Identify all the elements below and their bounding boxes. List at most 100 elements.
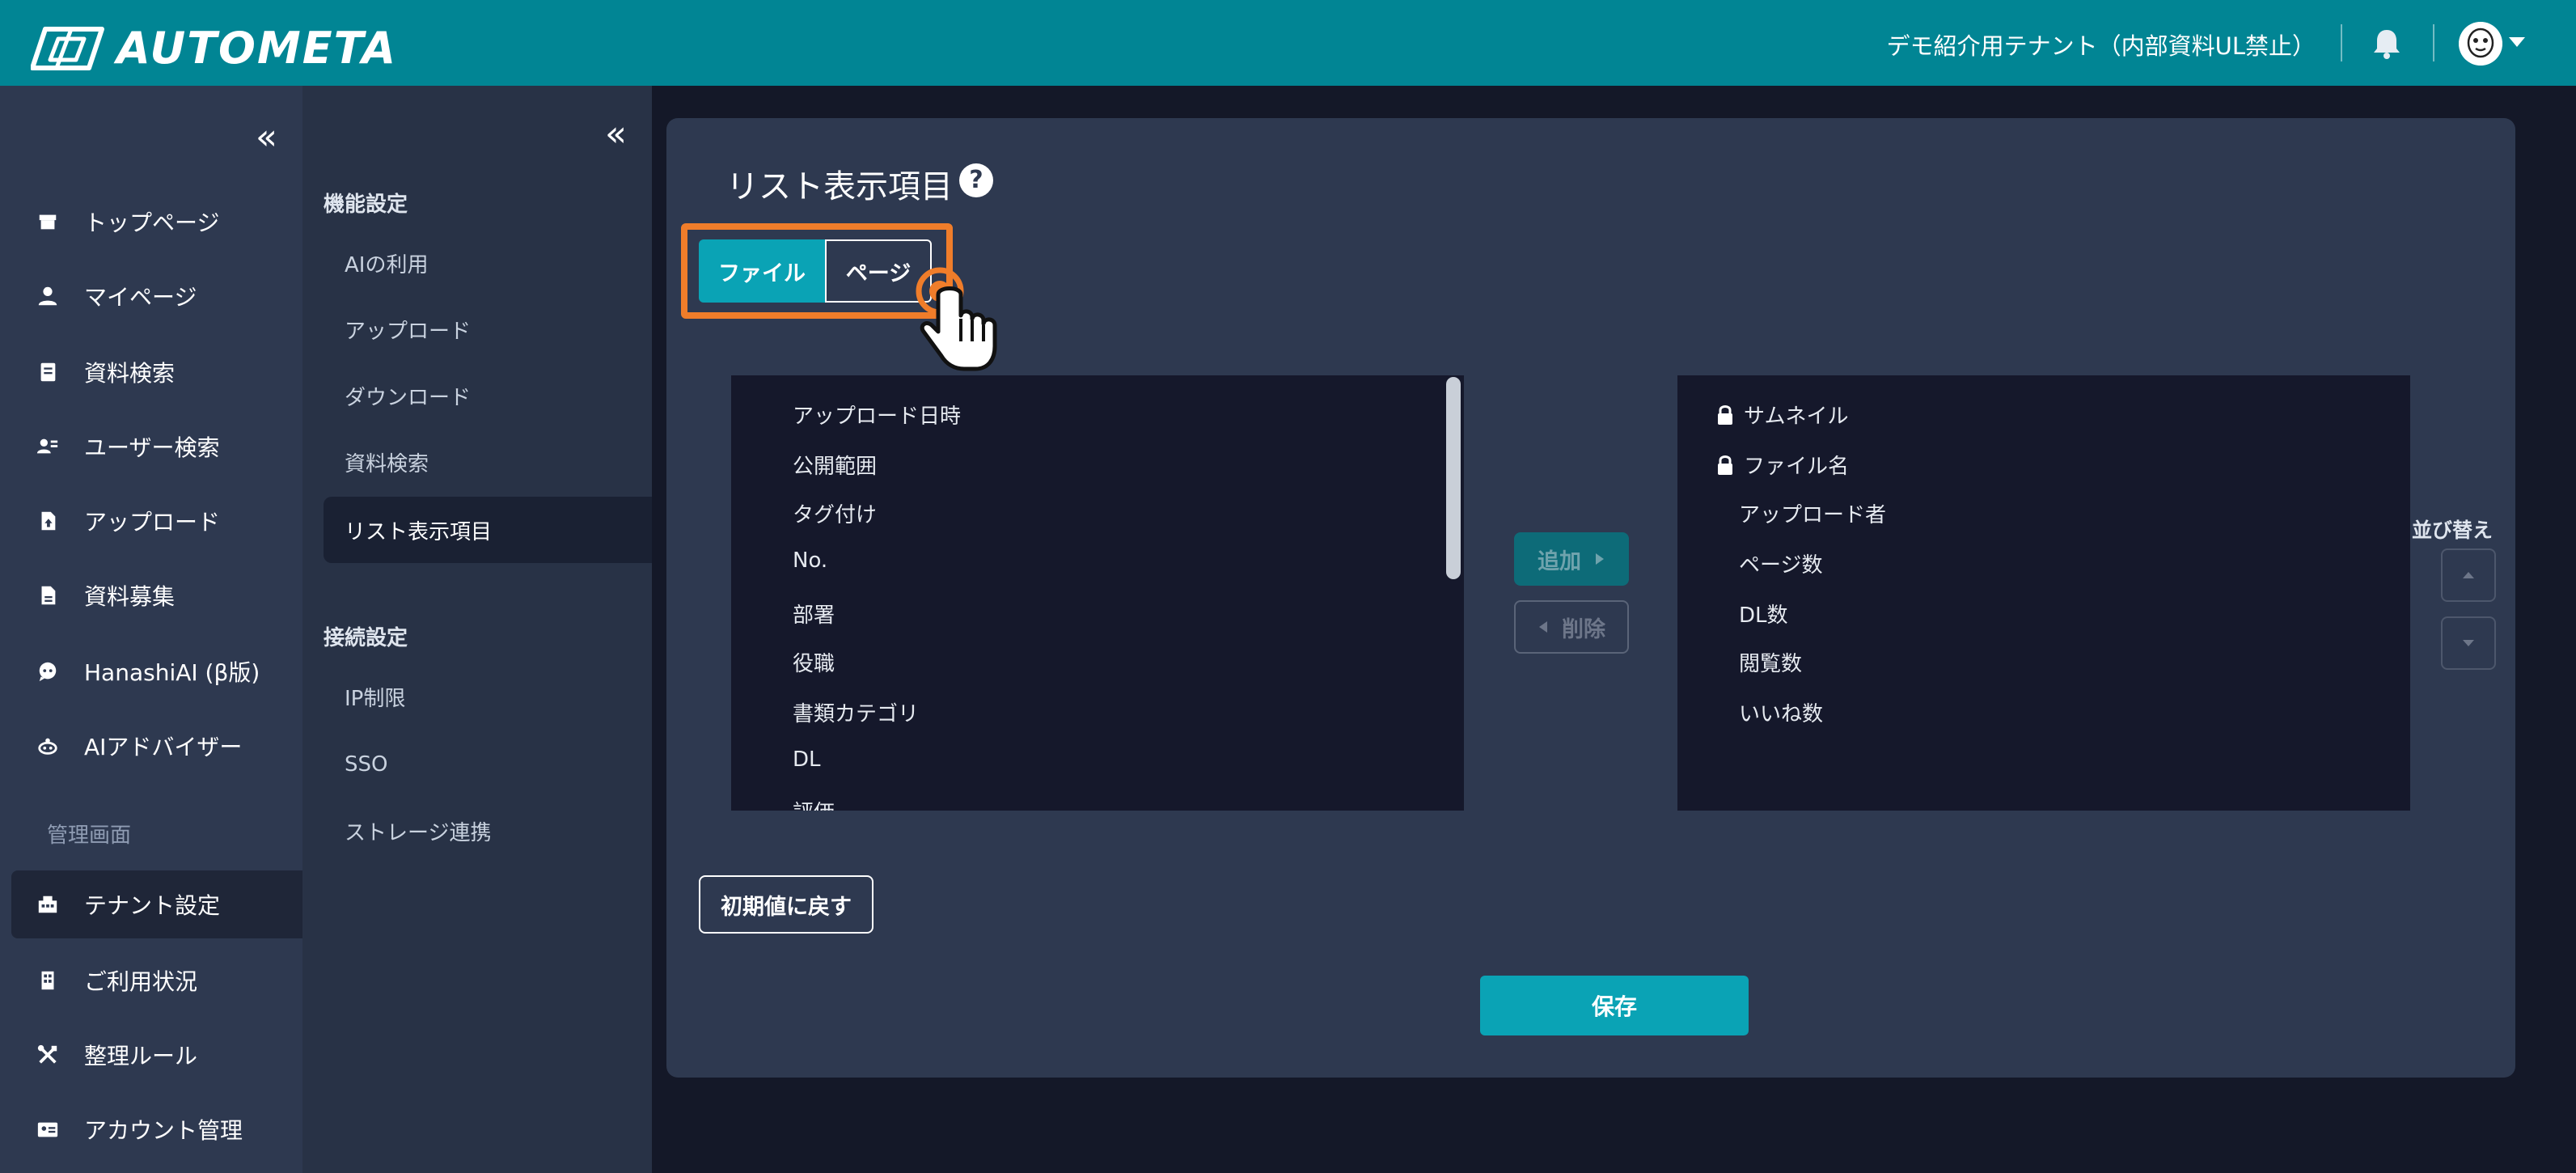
list-item[interactable]: いいね数	[1739, 697, 1823, 727]
file-icon	[36, 583, 60, 608]
list-item[interactable]: サムネイル	[1716, 400, 1848, 430]
sidebar-item-usage[interactable]: ご利用状況	[11, 946, 302, 1014]
list-scrollbar[interactable]	[1446, 377, 1461, 579]
sidebar-item-label: HanashiAI (β版)	[84, 659, 260, 686]
selected-items-list[interactable]: サムネイル ファイル名 アップロード者 ページ数 DL数 閲覧数 いいね数	[1677, 375, 2410, 811]
sidebar-item-label: ユーザー検索	[84, 434, 220, 461]
remove-button[interactable]: 削除	[1514, 600, 1629, 654]
subnav-item-label: IP制限	[345, 686, 406, 711]
remove-button-label: 削除	[1562, 616, 1605, 642]
caret-left-icon	[1539, 621, 1547, 633]
subnav-collapse-button[interactable]: «	[605, 116, 627, 152]
subnav-item-label: リスト表示項目	[345, 519, 493, 544]
subnav-item-label: SSO	[345, 752, 388, 777]
save-button[interactable]: 保存	[1480, 976, 1749, 1035]
header-divider	[2433, 24, 2434, 61]
subnav-item-sso[interactable]: SSO	[324, 731, 652, 798]
subnav-item-storage-integration[interactable]: ストレージ連携	[324, 798, 652, 864]
sidebar-item-label: トップページ	[84, 210, 220, 236]
move-up-button[interactable]	[2441, 548, 2496, 602]
connection-settings-heading: 接続設定	[324, 626, 408, 650]
function-settings-heading: 機能設定	[324, 193, 408, 217]
subnav-item-download[interactable]: ダウンロード	[324, 362, 652, 429]
subnav-item-ai-usage[interactable]: AIの利用	[324, 230, 652, 296]
list-item[interactable]: タグ付け	[793, 498, 877, 528]
sidebar-item-label: テナント設定	[84, 892, 221, 919]
sidebar-item-label: 資料検索	[84, 360, 176, 387]
list-item[interactable]: No.	[793, 548, 827, 573]
tenant-name[interactable]: デモ紹介用テナント（内部資料UL禁止）	[1887, 28, 2316, 61]
sidebar-item-document-request[interactable]: 資料募集	[11, 561, 302, 629]
sidebar-item-label: ご利用状況	[84, 968, 198, 995]
sidebar-item-my-page[interactable]: マイページ	[11, 262, 302, 330]
chat-ai-icon	[36, 659, 60, 684]
list-item[interactable]: DL数	[1739, 599, 1788, 629]
tools-icon	[36, 1043, 60, 1067]
header-divider	[2341, 24, 2342, 61]
subnav-item-document-search[interactable]: 資料検索	[324, 429, 652, 495]
user-icon	[36, 284, 60, 308]
list-item-label: サムネイル	[1744, 404, 1849, 429]
sidebar-collapse-button[interactable]: «	[256, 120, 277, 155]
sidebar-item-label: アカウント管理	[84, 1117, 243, 1144]
subnav-item-ip-restriction[interactable]: IP制限	[324, 663, 652, 730]
help-icon[interactable]: ?	[959, 163, 993, 197]
tab-file[interactable]: ファイル	[699, 239, 825, 303]
sidebar-item-label: 資料募集	[84, 583, 176, 610]
list-item[interactable]: アップロード日時	[793, 400, 961, 430]
sidebar-item-ai-advisor[interactable]: AIアドバイザー	[11, 712, 302, 780]
caret-right-icon	[1596, 553, 1604, 565]
list-item[interactable]: DL	[793, 747, 821, 772]
list-item[interactable]: ページ数	[1739, 548, 1822, 578]
list-item[interactable]: 書類カテゴリ	[793, 697, 919, 727]
list-item[interactable]: 部署	[793, 599, 835, 629]
subnav-item-label: ダウンロード	[345, 385, 472, 410]
subnav-item-upload[interactable]: アップロード	[324, 296, 652, 362]
list-item[interactable]: アップロード者	[1739, 498, 1886, 528]
list-item[interactable]: 閲覧数	[1739, 647, 1802, 677]
lock-icon	[1718, 455, 1732, 475]
sidebar-item-hanashiai[interactable]: HanashiAI (β版)	[11, 637, 302, 705]
sidebar-item-label: アップロード	[84, 509, 221, 536]
sidebar-item-top-page[interactable]: トップページ	[11, 188, 302, 256]
sidebar-item-tenant-settings[interactable]: テナント設定	[11, 870, 302, 938]
list-item[interactable]: 評価	[793, 796, 835, 811]
list-item[interactable]: 役職	[793, 647, 835, 677]
sidebar-item-user-search[interactable]: ユーザー検索	[11, 413, 302, 481]
id-card-icon	[36, 1117, 60, 1141]
sidebar-item-organize-rules[interactable]: 整理ルール	[11, 1021, 302, 1089]
available-items-list[interactable]: アップロード日時 公開範囲 タグ付け No. 部署 役職 書類カテゴリ DL 評…	[731, 375, 1464, 811]
app-name: AUTOMETA	[116, 23, 398, 74]
hand-pointer-icon	[916, 267, 997, 371]
avatar[interactable]	[2459, 22, 2502, 66]
caret-down-icon	[2463, 640, 2474, 646]
add-button[interactable]: 追加	[1514, 532, 1629, 586]
sidebar-item-upload[interactable]: アップロード	[11, 487, 302, 555]
admin-section-label: 管理画面	[47, 824, 132, 848]
app-logo[interactable]: AUTOMETA	[31, 23, 397, 74]
chevron-down-icon[interactable]	[2507, 36, 2527, 49]
move-down-button[interactable]	[2441, 616, 2496, 670]
user-search-icon	[36, 434, 60, 459]
sidebar-item-document-search[interactable]: 資料検索	[11, 338, 302, 406]
tenant-icon	[36, 892, 60, 917]
home-icon	[36, 210, 60, 234]
sidebar-item-label: AIアドバイザー	[84, 734, 243, 760]
list-item-label: ファイル名	[1744, 455, 1850, 479]
caret-up-icon	[2463, 572, 2474, 578]
reset-defaults-button[interactable]: 初期値に戻す	[699, 875, 873, 934]
sidebar-item-label: 整理ルール	[84, 1043, 198, 1069]
lock-icon	[1718, 404, 1732, 425]
subnav-item-list-display[interactable]: リスト表示項目	[324, 497, 652, 563]
subnav-item-label: アップロード	[345, 319, 472, 344]
sort-label: 並び替え	[2412, 519, 2494, 542]
list-item[interactable]: ファイル名	[1716, 450, 1849, 480]
subnav-item-label: 資料検索	[345, 451, 429, 476]
building-icon	[36, 968, 60, 993]
sidebar-item-label: マイページ	[84, 284, 197, 311]
app-header: AUTOMETA デモ紹介用テナント（内部資料UL禁止）	[0, 0, 2576, 86]
page-title: リスト表示項目	[726, 168, 953, 205]
list-item[interactable]: 公開範囲	[793, 450, 877, 480]
sidebar-item-account-management[interactable]: アカウント管理	[11, 1095, 302, 1163]
bell-icon[interactable]	[2371, 28, 2402, 60]
